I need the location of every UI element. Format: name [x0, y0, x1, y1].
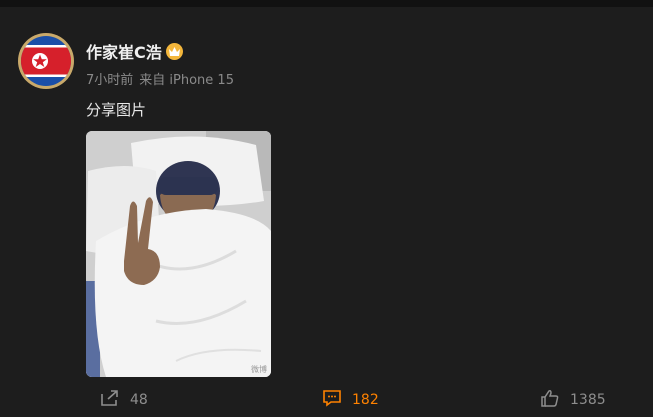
post-actions-bar: 48 182 1385	[0, 385, 653, 415]
flag-avatar-image	[21, 36, 71, 86]
post-meta: 7小时前 来自 iPhone 15	[86, 69, 234, 88]
vip-crown-icon	[165, 42, 183, 60]
share-count: 48	[130, 392, 148, 408]
author-avatar[interactable]	[18, 33, 74, 89]
share-icon	[100, 389, 120, 411]
share-button[interactable]: 48	[100, 385, 148, 415]
author-row: 作家崔C浩	[86, 39, 183, 63]
comment-button[interactable]: 182	[322, 385, 379, 415]
comment-icon	[322, 389, 342, 411]
author-name[interactable]: 作家崔C浩	[86, 39, 162, 63]
like-count: 1385	[570, 392, 606, 408]
post-time[interactable]: 7小时前	[86, 69, 133, 88]
comment-count: 182	[352, 392, 379, 408]
post-source: 来自 iPhone 15	[139, 73, 234, 88]
like-button[interactable]: 1385	[540, 385, 606, 415]
thumbs-up-icon	[540, 389, 560, 411]
post-text: 分享图片	[86, 101, 147, 119]
weibo-post-card: 作家崔C浩 7小时前 来自 iPhone 15 分享图片 微博 48 182 1…	[0, 0, 653, 417]
post-image[interactable]: 微博	[86, 131, 271, 377]
image-watermark: 微博	[251, 364, 267, 374]
